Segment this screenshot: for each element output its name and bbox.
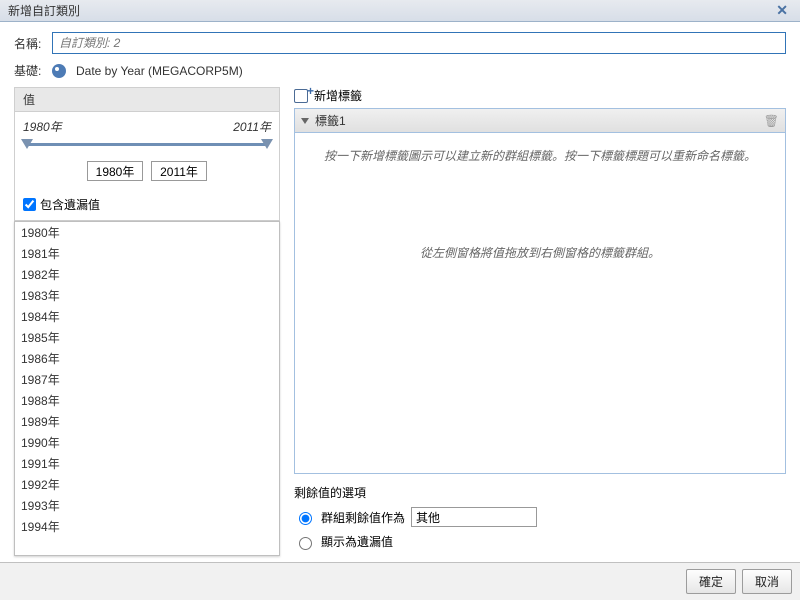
slider-min-input[interactable] (87, 161, 143, 181)
basis-label: 基礎: (14, 62, 52, 79)
values-section-header: 值 (14, 87, 280, 112)
add-label-text[interactable]: 新增標籤 (314, 87, 362, 104)
remaining-group-label: 群組剩餘值作為 (321, 509, 405, 526)
slider-max-label: 2011年 (233, 118, 271, 135)
list-item[interactable]: 1994年 (15, 516, 279, 537)
dialog-title: 新增自訂類別 (8, 2, 772, 19)
name-input[interactable] (52, 32, 786, 54)
list-item[interactable]: 1990年 (15, 432, 279, 453)
value-list[interactable]: 1980年1981年1982年1983年1984年1985年1986年1987年… (14, 221, 280, 556)
remaining-options-title: 剩餘值的選項 (294, 484, 786, 501)
list-item[interactable]: 1991年 (15, 453, 279, 474)
trash-icon[interactable]: 🗑 (764, 114, 779, 128)
slider-handle-left[interactable] (21, 139, 33, 149)
label1-hint-drag: 從左側窗格將值拖放到右側窗格的標籤群組。 (309, 244, 771, 261)
list-item[interactable]: 1992年 (15, 474, 279, 495)
calendar-icon (52, 64, 66, 78)
cancel-button[interactable]: 取消 (742, 569, 792, 594)
include-missing-label: 包含遺漏值 (40, 196, 100, 213)
remaining-group-value-input[interactable] (411, 507, 537, 527)
list-item[interactable]: 1981年 (15, 243, 279, 264)
slider-handle-right[interactable] (261, 139, 273, 149)
list-item[interactable]: 1986年 (15, 348, 279, 369)
add-label-icon[interactable] (294, 89, 308, 103)
remaining-group-radio[interactable] (299, 512, 312, 525)
list-item[interactable]: 1987年 (15, 369, 279, 390)
list-item[interactable]: 1989年 (15, 411, 279, 432)
slider-max-input[interactable] (151, 161, 207, 181)
label1-dropzone[interactable]: 按一下新增標籤圖示可以建立新的群組標籤。按一下標籤標題可以重新命名標籤。 從左側… (294, 133, 786, 474)
list-item[interactable]: 1988年 (15, 390, 279, 411)
list-item[interactable]: 1980年 (15, 222, 279, 243)
close-icon[interactable]: ✕ (772, 2, 792, 19)
ok-button[interactable]: 確定 (686, 569, 736, 594)
list-item[interactable]: 1985年 (15, 327, 279, 348)
remaining-missing-label: 顯示為遺漏值 (321, 533, 393, 550)
name-label: 名稱: (14, 35, 52, 52)
list-item[interactable]: 1983年 (15, 285, 279, 306)
include-missing-checkbox[interactable] (23, 198, 36, 211)
list-item[interactable]: 1993年 (15, 495, 279, 516)
chevron-down-icon[interactable] (301, 118, 309, 124)
list-item[interactable]: 1982年 (15, 264, 279, 285)
remaining-missing-radio[interactable] (299, 537, 312, 550)
slider-min-label: 1980年 (23, 118, 62, 135)
label1-hint-create: 按一下新增標籤圖示可以建立新的群組標籤。按一下標籤標題可以重新命名標籤。 (309, 147, 771, 164)
range-slider[interactable] (21, 139, 273, 151)
list-item[interactable]: 1984年 (15, 306, 279, 327)
basis-value: Date by Year (MEGACORP5M) (76, 64, 243, 78)
label1-title[interactable]: 標籤1 (315, 112, 764, 129)
